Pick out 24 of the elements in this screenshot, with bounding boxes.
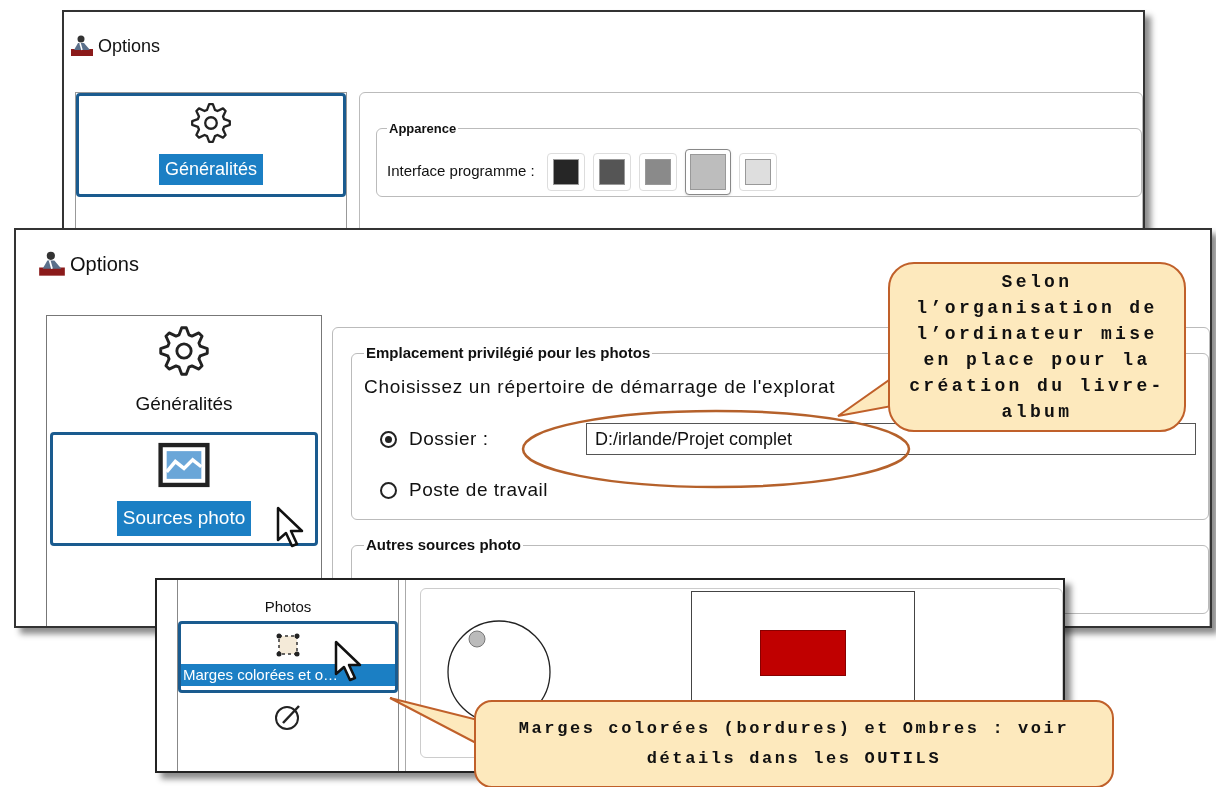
color-swatch[interactable] [684, 148, 731, 195]
section-heading: Photos [263, 597, 313, 617]
app-icon [38, 250, 66, 278]
radio-label: Dossier : [409, 426, 490, 451]
description-text: Choisissez un répertoire de démarrage de l'explorat [364, 375, 836, 397]
sidebar-item[interactable]: Généralités [76, 93, 346, 197]
group-title: Apparence [388, 120, 458, 138]
cursor-icon [276, 506, 306, 548]
window-title: Options [98, 34, 161, 58]
gear-icon [190, 102, 232, 144]
sidebar-item[interactable]: Généralités [50, 318, 318, 432]
radio-label: Poste de travail [409, 478, 549, 502]
group-title: Emplacement privilégié pour les photos [365, 343, 652, 363]
radio-button[interactable] [380, 430, 397, 448]
group-title: Autres sources photo [365, 535, 523, 555]
window-title: Options [70, 252, 139, 277]
cursor-icon [334, 640, 364, 682]
radio-button[interactable] [380, 481, 397, 499]
sidebar-item[interactable]: Marges colorées et o… [178, 620, 398, 693]
gear-icon [158, 325, 210, 377]
callout: Selon l’organisation de l’ordinateur mise en place pour la création du livre-album [888, 262, 1186, 432]
field-label: Interface programme : [387, 161, 535, 182]
app-icon [70, 34, 94, 58]
sidebar-item[interactable]: Sources photo [50, 432, 318, 546]
